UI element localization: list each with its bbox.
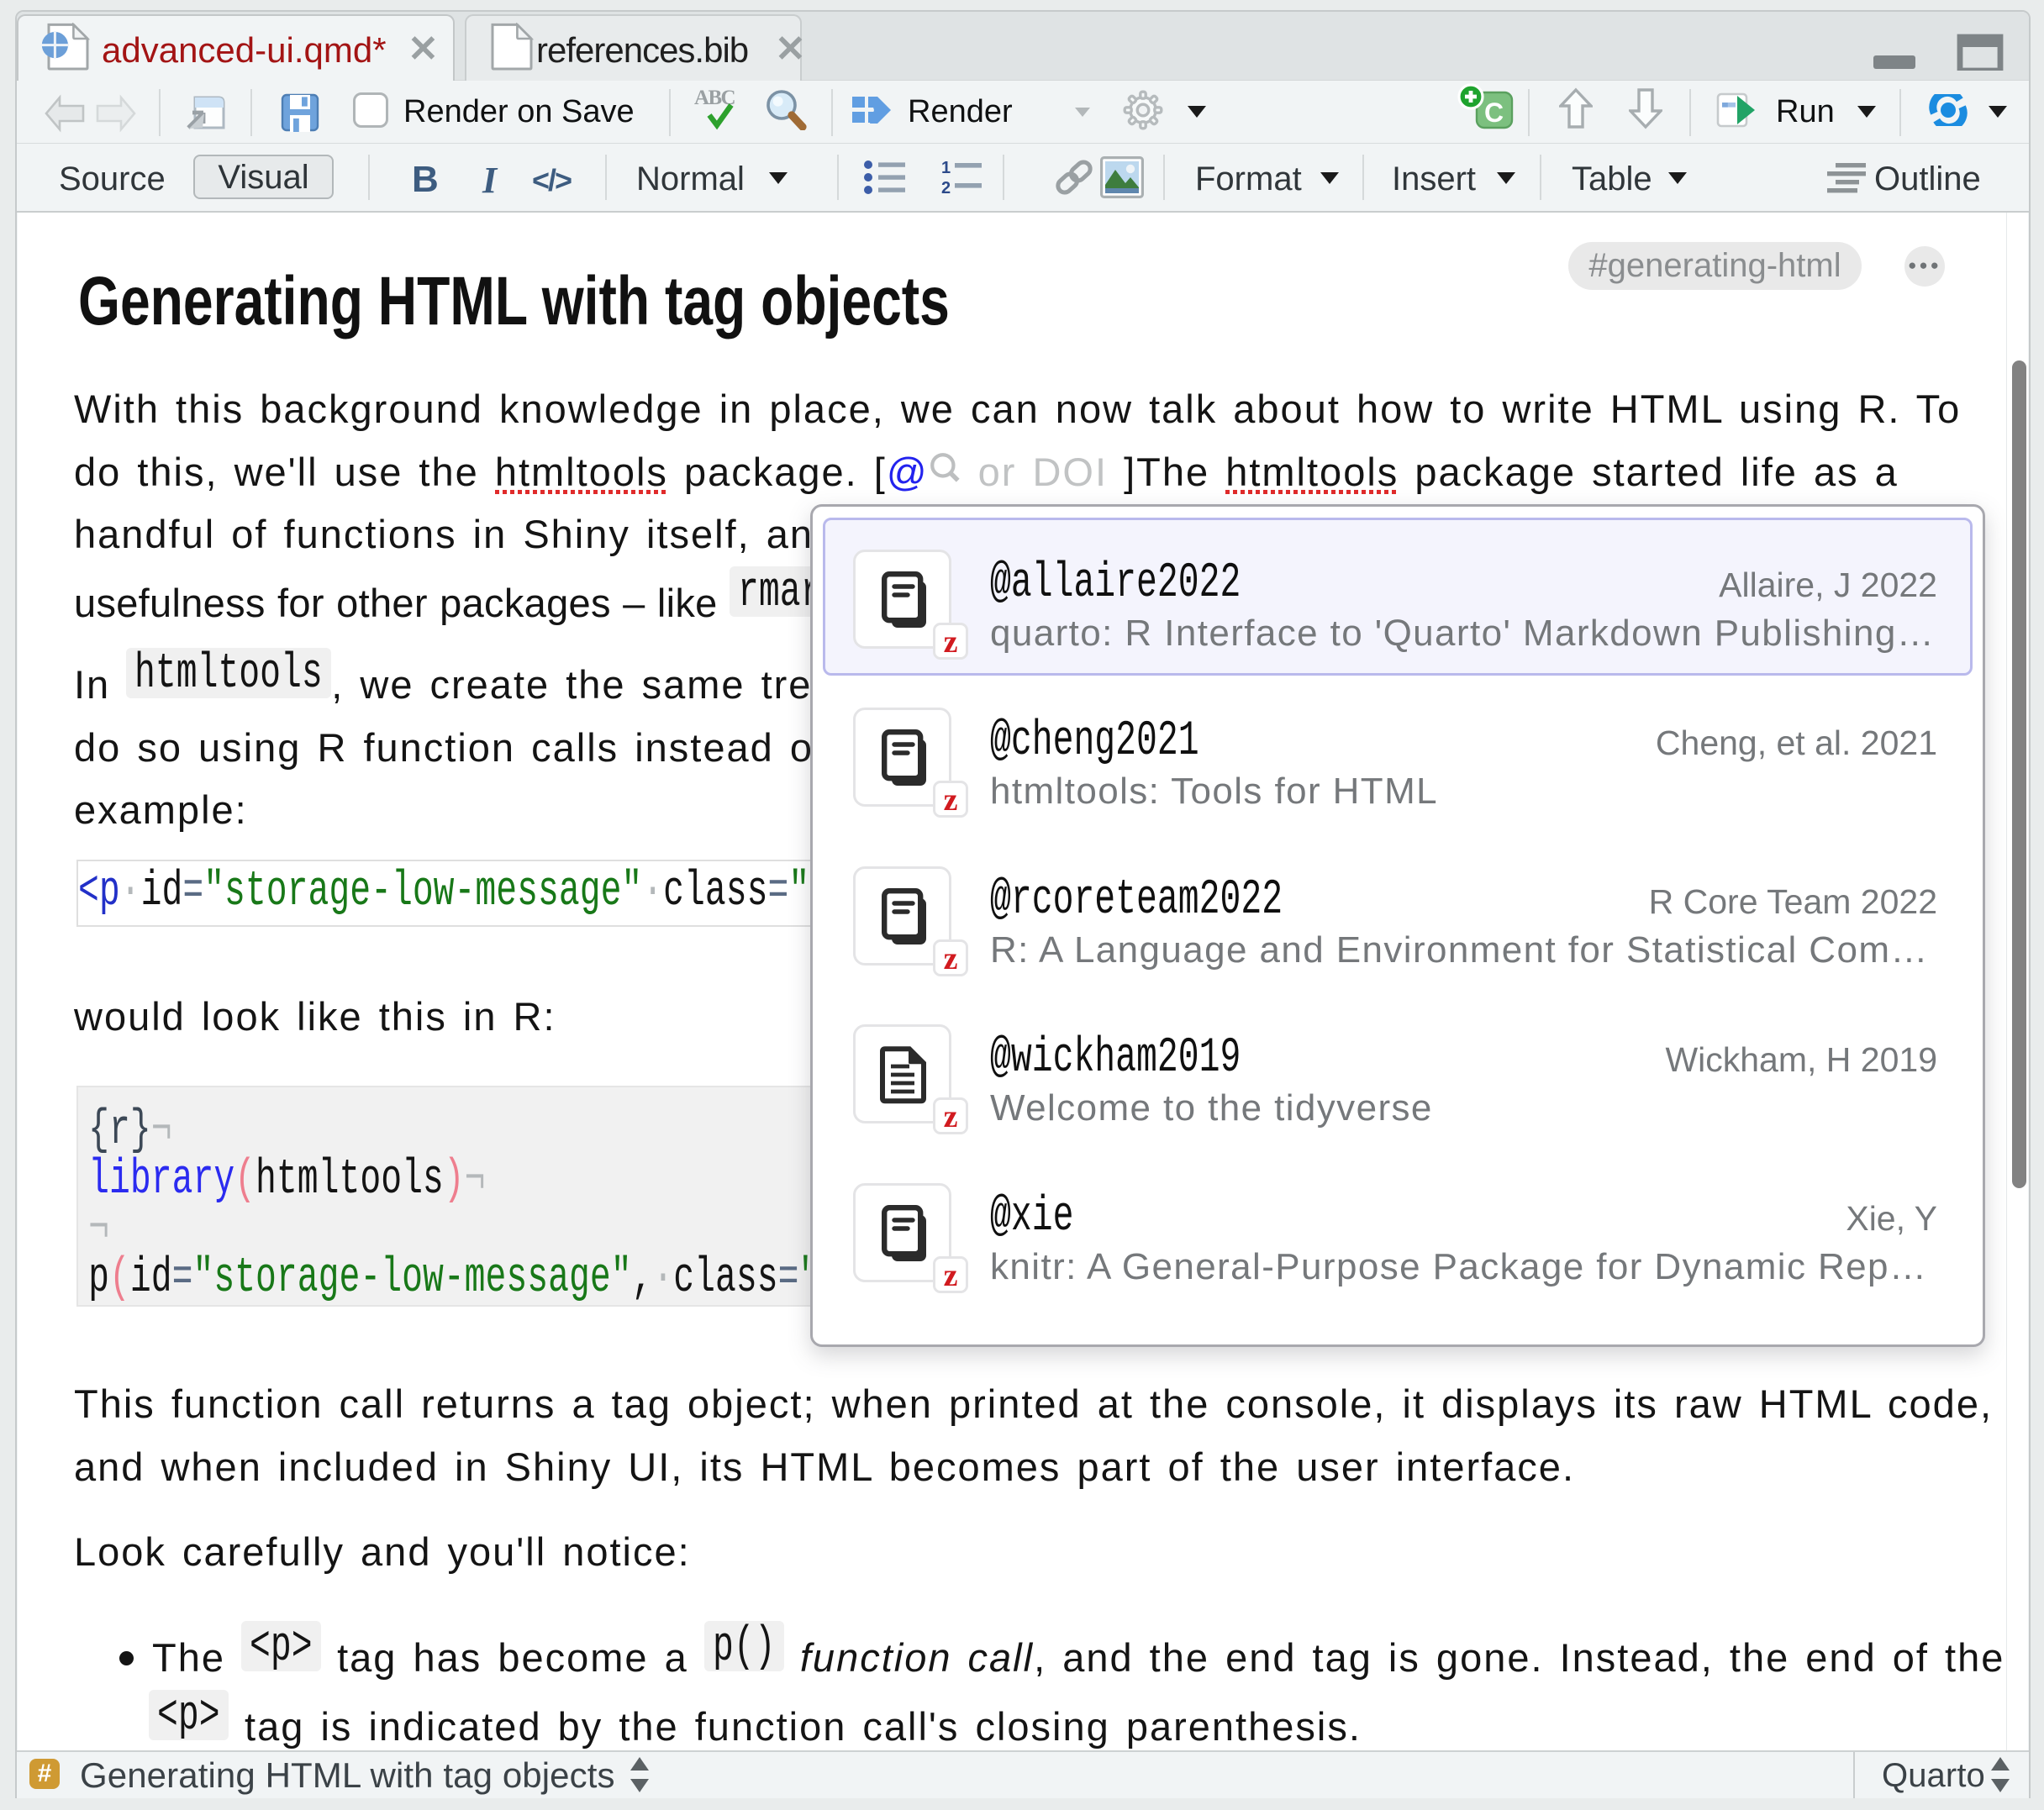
svg-text:1: 1 <box>941 159 951 177</box>
svg-text:2: 2 <box>941 179 951 197</box>
svg-text:C: C <box>1484 97 1504 128</box>
